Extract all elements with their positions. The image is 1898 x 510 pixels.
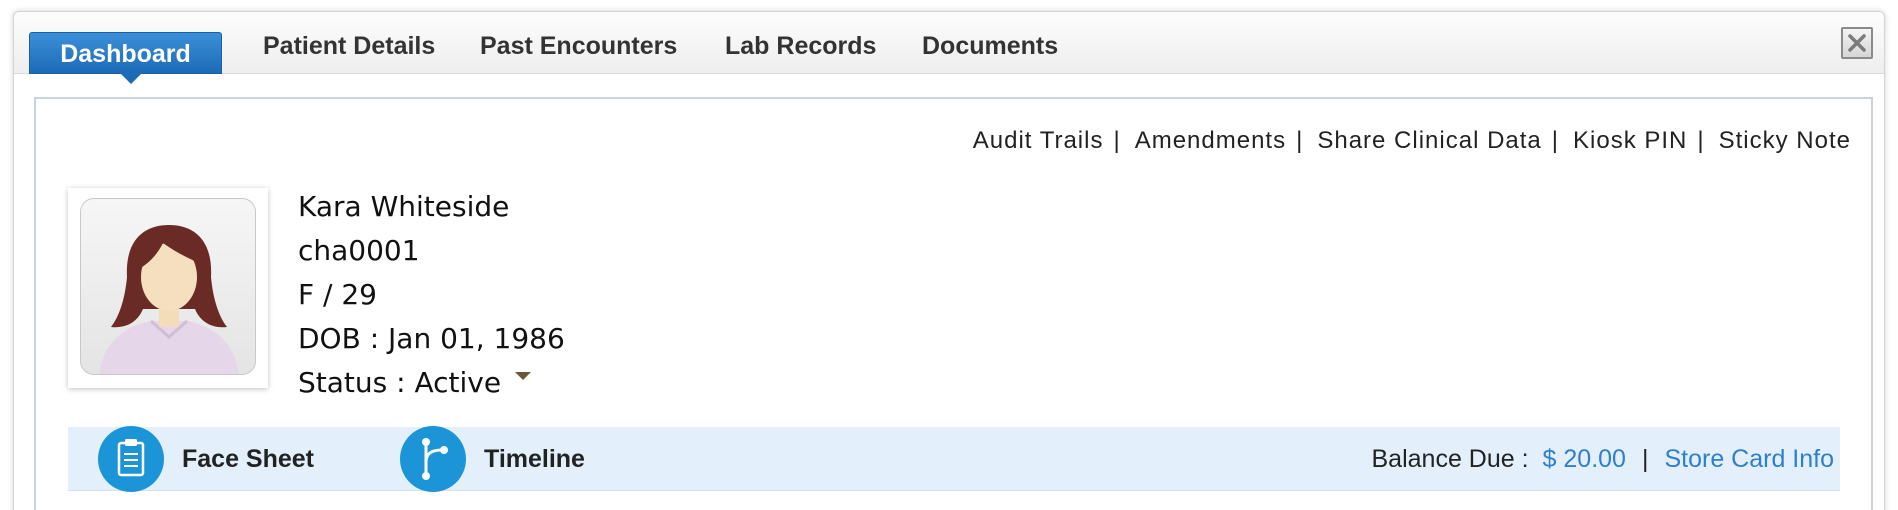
tab-dashboard[interactable]: Dashboard (29, 32, 222, 84)
balance-separator: | (1641, 445, 1649, 473)
patient-status-row: Status : Active (298, 361, 565, 405)
dashboard-panel: Audit Trails | Amendments | Share Clinical D… (34, 97, 1873, 510)
caret-down-icon[interactable] (515, 372, 532, 380)
sticky-note-link[interactable]: Sticky Note (1719, 127, 1851, 154)
patient-photo (80, 198, 256, 375)
store-card-info-link[interactable]: Store Card Info (1664, 445, 1834, 473)
tab-documents[interactable]: Documents (922, 32, 1058, 61)
tab-bar: Dashboard Patient Details Past Encounter… (14, 12, 1884, 84)
patient-status: Status : Active (298, 366, 502, 399)
balance-area: Balance Due : $ 20.00 | Store Card Info (1372, 427, 1835, 491)
balance-due-amount[interactable]: $ 20.00 (1543, 445, 1626, 473)
face-sheet-label[interactable]: Face Sheet (182, 427, 314, 491)
patient-name: Kara Whiteside (298, 190, 510, 223)
face-sheet-button[interactable] (98, 426, 164, 492)
patient-sex-age: F / 29 (298, 278, 377, 311)
share-clinical-data-link[interactable]: Share Clinical Data (1317, 127, 1541, 154)
patient-id: cha0001 (298, 234, 420, 267)
avatar (68, 188, 268, 388)
balance-due-label: Balance Due : (1371, 445, 1529, 473)
patient-dob: DOB : Jan 01, 1986 (298, 322, 565, 355)
close-button[interactable] (1841, 27, 1873, 59)
tab-lab-records[interactable]: Lab Records (725, 32, 876, 61)
timeline-button[interactable] (400, 426, 466, 492)
branch-icon (422, 438, 448, 480)
kiosk-pin-link[interactable]: Kiosk PIN (1573, 127, 1687, 154)
clipboard-icon (117, 439, 145, 477)
tab-patient-details[interactable]: Patient Details (263, 32, 435, 61)
action-bar: Face Sheet Timeline Balance Due : $ 20.00… (68, 426, 1840, 492)
amendments-link[interactable]: Amendments (1135, 127, 1286, 154)
close-icon (1848, 34, 1866, 52)
timeline-label[interactable]: Timeline (484, 427, 585, 491)
utility-links: Audit Trails | Amendments | Share Clinical D… (972, 127, 1851, 154)
audit-trails-link[interactable]: Audit Trails (973, 127, 1104, 154)
patient-info: Kara Whiteside cha0001 F / 29 DOB : Jan … (298, 185, 565, 405)
tab-past-encounters[interactable]: Past Encounters (480, 32, 677, 61)
female-avatar-icon (99, 225, 239, 374)
